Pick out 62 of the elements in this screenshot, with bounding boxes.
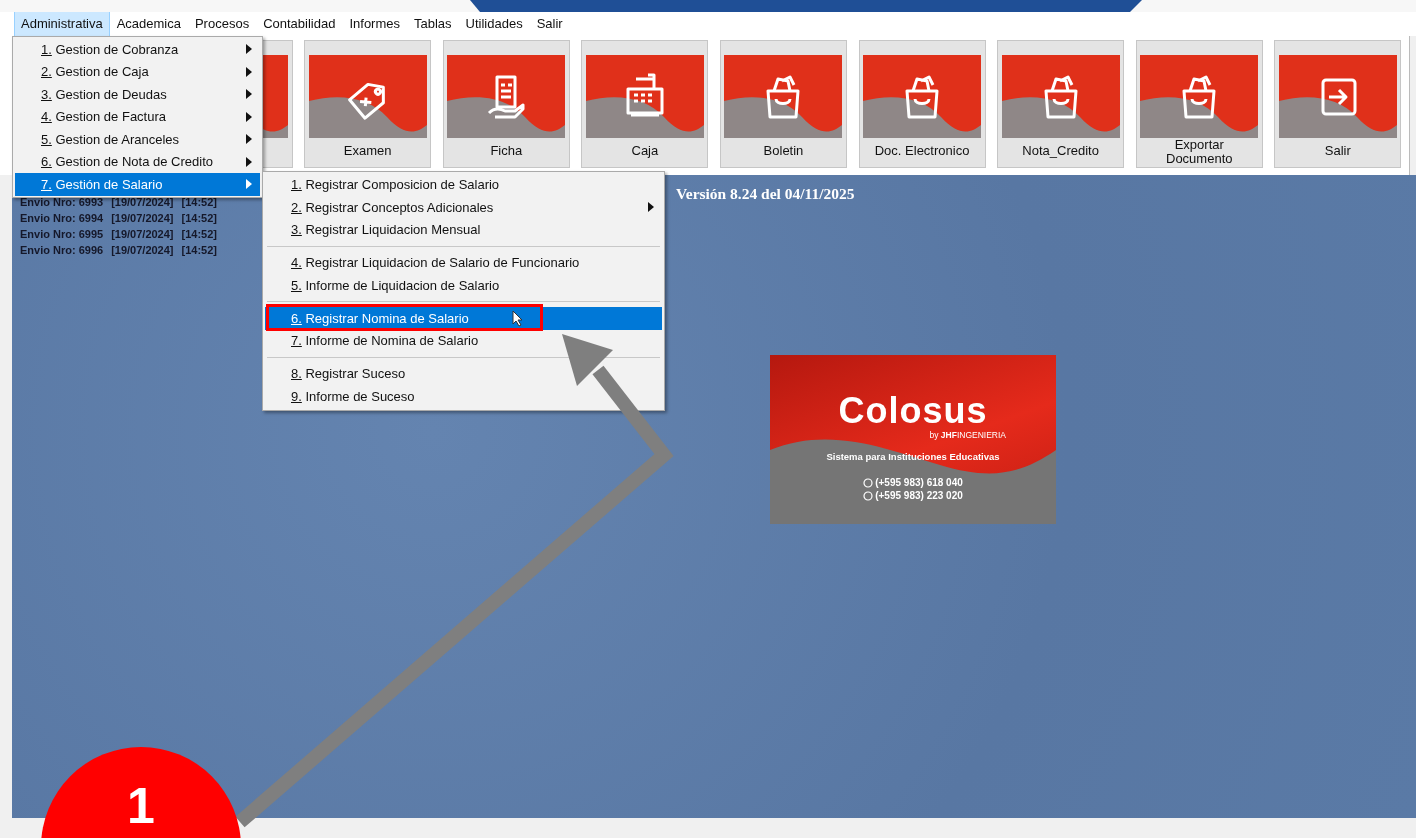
phone-number: (+595 983) 223 020	[875, 489, 963, 503]
menu-item[interactable]: Contabilidad	[256, 11, 343, 37]
menu-item[interactable]: 4. Registrar Liquidacion de Salario de Funcionario	[265, 251, 662, 275]
receipt-icon	[447, 55, 566, 138]
menu-item[interactable]: 6. Gestion de Nota de Credito	[15, 150, 260, 173]
menu-item[interactable]: Utilidades	[458, 11, 530, 37]
menu-item[interactable]: Administrativa	[14, 11, 110, 37]
shopping-bag-icon	[1140, 55, 1259, 138]
menu-item[interactable]: Salir	[529, 11, 570, 37]
message-text: Envio Nro: 6996	[20, 243, 104, 258]
menu-item[interactable]: Procesos	[187, 11, 257, 37]
message-text: Envio Nro: 6993	[20, 195, 104, 210]
shopping-bag-icon	[1001, 55, 1120, 138]
price-tag-icon	[308, 55, 427, 138]
cursor-icon	[512, 310, 524, 328]
message-text: [19/07/2024]	[111, 227, 174, 242]
message-text: [19/07/2024]	[111, 195, 174, 210]
toolbar-button[interactable]: Doc. Electronico	[858, 40, 986, 168]
message-text: [19/07/2024]	[111, 243, 174, 258]
phone-number: (+595 983) 618 040	[875, 476, 963, 490]
menu-item[interactable]: 7. Gestión de Salario	[15, 173, 260, 196]
menu-item[interactable]: 2. Registrar Conceptos Adicionales	[265, 196, 662, 219]
shopping-bag-icon	[863, 55, 982, 138]
menu-item[interactable]: 7. Informe de Nomina de Salario	[265, 329, 662, 353]
version-text: Versión 8.24 del 04/11/2025	[676, 184, 856, 204]
menu-item[interactable]: 8. Registrar Suceso	[265, 363, 662, 386]
step-number: 1	[127, 781, 155, 836]
shopping-bag-icon	[724, 55, 843, 138]
toolbar-button[interactable]: Exportar Documento	[1135, 40, 1263, 168]
exit-icon	[1278, 55, 1397, 138]
toolbar-button[interactable]: Salir	[1274, 40, 1402, 168]
menu-item[interactable]: 5. Gestion de Aranceles	[15, 128, 260, 151]
toolbar-button[interactable]: Examen	[304, 40, 432, 168]
brand-logo: Colosus	[838, 393, 988, 430]
byline-text: by JHFINGENIERIA	[929, 429, 1006, 442]
menu-item[interactable]: Tablas	[407, 11, 459, 37]
menu-item[interactable]: 1. Registrar Composicion de Salario	[265, 174, 662, 197]
menu-item[interactable]: 3. Registrar Liquidacion Mensual	[265, 218, 662, 241]
menu-item[interactable]: 6. Registrar Nomina de Salario	[265, 307, 662, 330]
tagline-text: Sistema para Instituciones Educativas	[826, 450, 1000, 464]
menu-item[interactable]: 5. Informe de Liquidacion de Salario	[265, 274, 662, 297]
message-text: [19/07/2024]	[111, 211, 174, 226]
cash-register-icon	[585, 55, 704, 138]
menu-item[interactable]: 1. Gestion de Cobranza	[15, 38, 260, 61]
toolbar-button[interactable]: Caja	[581, 40, 709, 168]
menu-item[interactable]: 3. Gestion de Deudas	[15, 83, 260, 106]
message-text: [14:52]	[181, 195, 217, 210]
phone-chat-icon	[863, 477, 874, 488]
toolbar-button[interactable]: Nota_Credito	[997, 40, 1125, 168]
menu-item[interactable]: 9. Informe de Suceso	[265, 385, 662, 408]
message-text: Envio Nro: 6995	[20, 227, 104, 242]
menu-item[interactable]: 4. Gestion de Factura	[15, 105, 260, 128]
menu-item[interactable]: Informes	[342, 11, 407, 37]
phone-chat-icon	[863, 490, 874, 501]
toolbar-button[interactable]: Ficha	[442, 40, 570, 168]
message-text: [14:52]	[181, 227, 217, 242]
menu-item[interactable]: Academica	[109, 11, 188, 37]
message-text: Envio Nro: 6994	[20, 211, 104, 226]
message-text: [14:52]	[181, 211, 217, 226]
toolbar-button[interactable]: Boletin	[719, 40, 847, 168]
message-text: [14:52]	[181, 243, 217, 258]
menu-item[interactable]: 2. Gestion de Caja	[15, 60, 260, 83]
